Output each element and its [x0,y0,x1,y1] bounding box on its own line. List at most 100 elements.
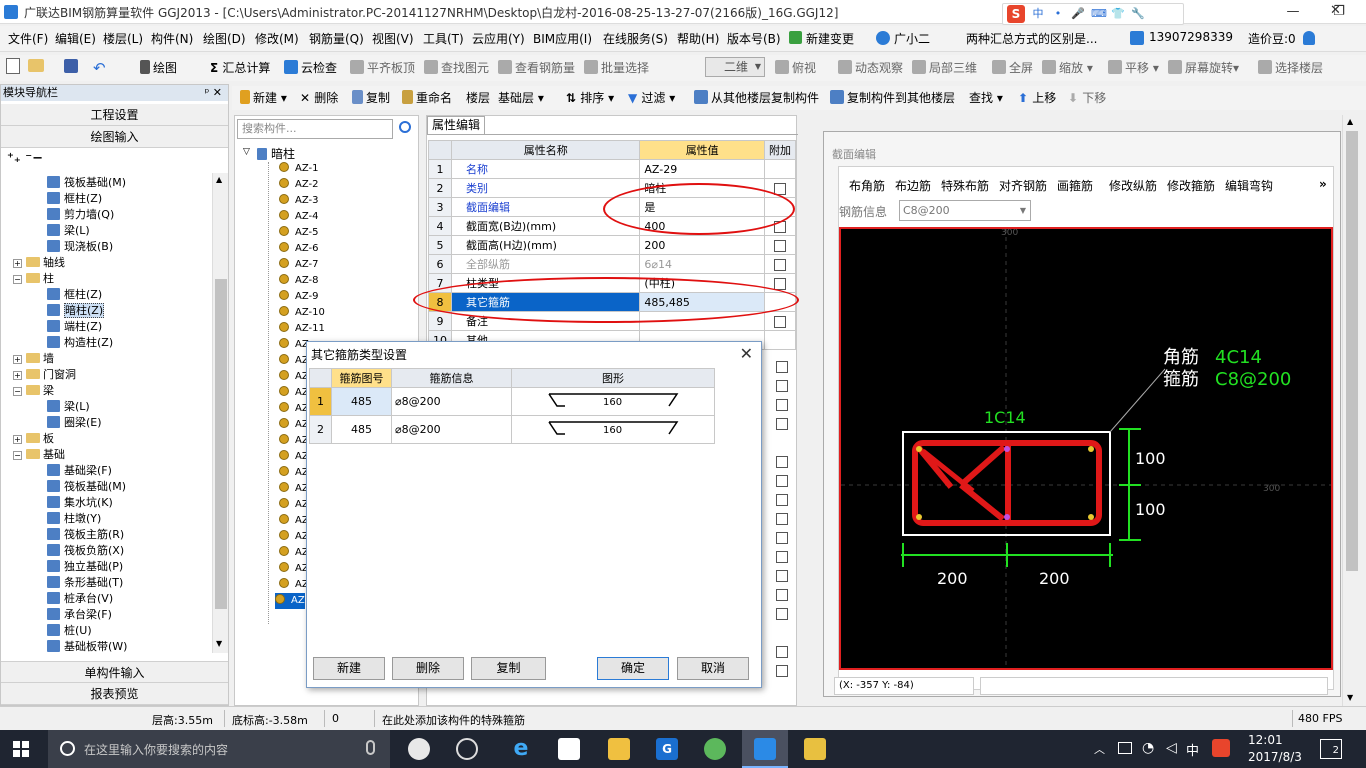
stirrup-info[interactable]: ⌀8@200 [391,415,512,444]
bell-icon[interactable] [1303,31,1315,45]
minimize-button[interactable]: — [1270,0,1316,24]
extra-checkbox[interactable] [776,551,788,563]
new-component-button[interactable]: 新建 ▾ [240,87,287,109]
extra-checkbox[interactable] [776,380,788,392]
property-value[interactable]: 6⌀14 [639,254,765,274]
nav-tree-item[interactable]: 暗柱(Z) [47,303,105,319]
menu-floor[interactable]: 楼层(L) [103,30,143,47]
nav-tree-folder[interactable]: − 梁 [13,383,54,399]
nav-tree-item[interactable]: 梁(L) [47,223,90,239]
view-rebar-button[interactable]: 查看钢筋量 [498,57,575,79]
local-3d-button[interactable]: 局部三维 [912,57,977,79]
main-scroll-thumb[interactable] [1346,131,1358,571]
edge-browser-icon[interactable]: e [510,738,532,760]
extra-checkbox[interactable] [776,456,788,468]
open-folder-icon[interactable] [28,59,44,72]
scroll-up-icon[interactable]: ▲ [1347,117,1353,126]
menu-rebar-qty[interactable]: 钢筋量(Q) [309,30,364,47]
top-view-button[interactable]: 俯视 [775,57,816,79]
report-preview-button[interactable]: 报表预览 [1,683,228,705]
nav-tree-folder[interactable]: + 墙 [13,351,54,367]
nav-tree-item[interactable]: 框柱(Z) [47,191,102,207]
fullscreen-button[interactable]: 全屏 [992,57,1033,79]
floor-select[interactable]: 基础层 ▾ [498,87,544,109]
main-scrollbar[interactable]: ▲ ▼ [1342,115,1360,706]
nav-tree-item[interactable]: 基础板带(W) [47,639,127,653]
sum-button[interactable]: Σ 汇总计算 [210,57,270,79]
tree-expander-icon[interactable]: + [13,371,22,380]
filter-button[interactable]: ▼ 过滤 ▾ [628,87,675,109]
nav-tree-item[interactable]: 框柱(Z) [47,287,102,303]
scroll-down-icon[interactable]: ▼ [1347,693,1353,702]
menu-beans[interactable]: 造价豆:0 [1248,30,1296,47]
tray-device-icon[interactable] [1118,742,1132,754]
app-swirl-icon[interactable] [456,738,478,760]
component-item[interactable]: AZ [279,433,309,449]
draw-stirrup-button[interactable]: 画箍筋 [1057,177,1093,194]
component-item[interactable]: AZ-9 [279,289,319,305]
nav-tree-item[interactable]: 条形基础(T) [47,575,123,591]
component-item[interactable]: AZ-8 [279,273,319,289]
component-item[interactable]: AZ [279,449,309,465]
nav-tree-item[interactable]: 柱墩(Y) [47,511,101,527]
nav-tree-folder[interactable]: − 基础 [13,447,65,463]
single-component-button[interactable]: 单构件输入 [1,661,228,683]
toolbar-overflow-icon[interactable]: » [1319,177,1327,191]
dialog-delete-button[interactable]: 删除 [392,657,464,680]
ime-lang-indicator[interactable]: 中 [1186,740,1199,759]
dialog-cancel-button[interactable]: 取消 [677,657,749,680]
component-item[interactable]: AZ [275,593,305,609]
menu-view[interactable]: 视图(V) [372,30,414,47]
pan-button[interactable]: 平移 ▾ [1108,57,1159,79]
move-up-button[interactable]: ⬆ 上移 [1018,87,1056,109]
extra-checkbox[interactable] [776,475,788,487]
extra-checkbox[interactable] [773,277,786,290]
property-row[interactable]: 6 全部纵筋 6⌀14 [428,254,797,274]
search-icon[interactable] [399,121,411,133]
menu-modify[interactable]: 修改(M) [255,30,299,47]
menu-component[interactable]: 构件(N) [151,30,193,47]
close-button[interactable]: ✕ [1330,3,1341,18]
component-item[interactable]: AZ [279,561,309,577]
dialog-ok-button[interactable]: 确定 [597,657,669,680]
extra-checkbox[interactable] [776,589,788,601]
nav-tree-item[interactable]: 梁(L) [47,399,90,415]
component-item[interactable]: AZ [279,513,309,529]
component-item[interactable]: AZ-2 [279,177,319,193]
component-item[interactable]: AZ-11 [279,321,325,337]
rename-button[interactable]: 重命名 [402,87,452,109]
undo-icon[interactable]: ↶ [93,57,106,79]
edge-rebar-button[interactable]: 布边筋 [895,177,931,194]
tools-icon[interactable]: 🔧 [1131,7,1145,21]
nav-tree-folder[interactable]: + 门窗洞 [13,367,76,383]
component-item[interactable]: AZ [279,545,309,561]
tree-expander-icon[interactable]: + [13,435,22,444]
nav-tree-folder[interactable]: + 轴线 [13,255,65,271]
nav-tree-item[interactable]: 端柱(Z) [47,319,102,335]
extra-checkbox[interactable] [776,665,788,677]
keyboard-icon[interactable]: ⌨ [1091,7,1107,21]
nav-tree-item[interactable]: 桩承台(V) [47,591,113,607]
menu-tip[interactable]: 两种汇总方式的区别是... [966,30,1097,47]
scroll-down-icon[interactable]: ▼ [216,639,222,648]
tree-expander-icon[interactable]: − [13,387,22,396]
task-view-icon[interactable] [408,738,430,760]
taskbar-date[interactable]: 2017/8/3 [1248,750,1302,764]
cloud-check-button[interactable]: 云检查 [284,57,337,79]
nav-scrollbar[interactable]: ▲ ▼ [212,173,228,653]
skin-icon[interactable]: 👕 [1111,7,1125,21]
extra-checkbox[interactable] [776,646,788,658]
component-item[interactable]: AZ-5 [279,225,319,241]
modify-long-rebar-button[interactable]: 修改纵筋 [1109,177,1157,194]
stirrup-row[interactable]: 1 485 ⌀8@200 160 [309,387,715,416]
save-icon[interactable] [64,59,78,73]
extra-checkbox[interactable] [773,239,786,252]
component-item[interactable]: AZ [279,465,309,481]
draw-input-button[interactable]: 绘图输入 [1,126,228,148]
panel-pin-icon[interactable]: ᵖ ✕ [205,85,222,101]
menu-assistant[interactable]: 广小二 [894,30,930,47]
component-search-input[interactable]: 搜索构件... [237,119,393,139]
tree-collapse-icon[interactable]: ▽ [243,147,250,157]
nav-tree-item[interactable]: 独立基础(P) [47,559,123,575]
new-file-icon[interactable] [6,58,20,74]
